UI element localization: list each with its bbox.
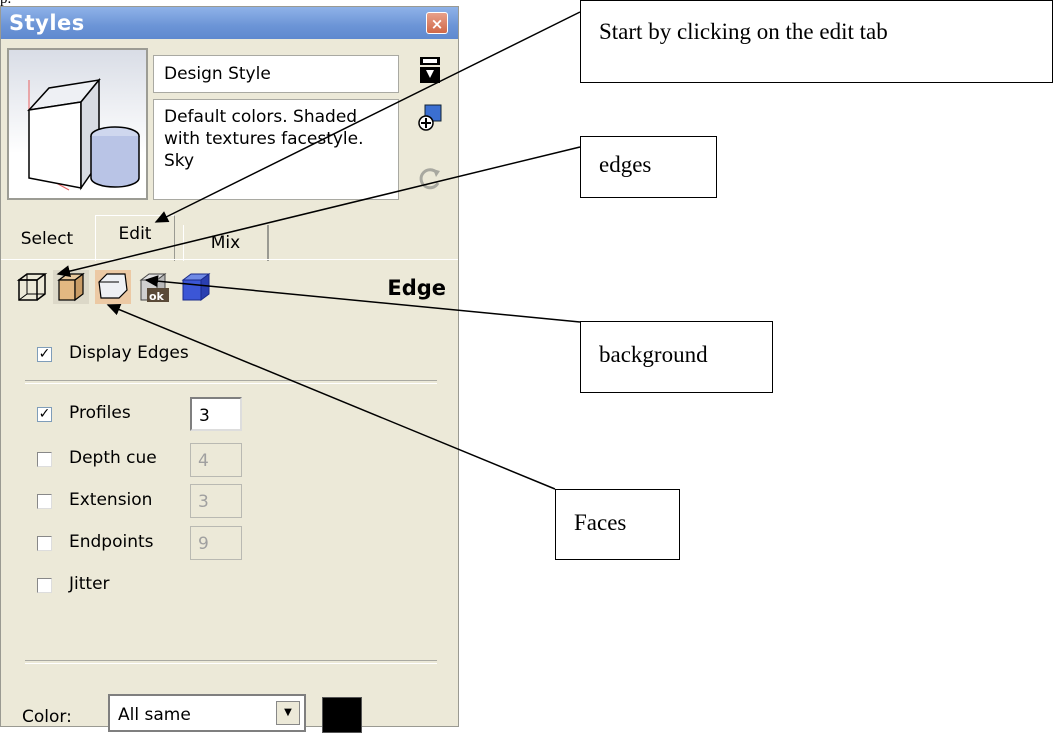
color-select-value: All same — [118, 705, 191, 725]
create-style-icon[interactable] — [417, 103, 443, 133]
callout-faces: Faces — [555, 489, 680, 560]
display-edges-label: Display Edges — [69, 343, 189, 363]
profiles-label: Profiles — [69, 403, 131, 423]
color-swatch[interactable] — [322, 697, 362, 733]
face-settings-icon[interactable] — [53, 270, 89, 304]
close-icon[interactable]: × — [426, 12, 448, 34]
model-preview-icon — [7, 48, 148, 200]
profiles-checkbox[interactable]: ✓ — [37, 407, 52, 422]
title-bar[interactable]: Styles × — [1, 7, 458, 39]
panel-title: Styles — [9, 11, 85, 35]
tab-bar: Select Edit Mix — [1, 209, 458, 261]
refresh-icon[interactable] — [417, 163, 443, 193]
tab-select[interactable]: Select — [5, 229, 89, 249]
extension-value-input[interactable]: 3 — [190, 484, 242, 518]
jitter-checkbox[interactable] — [37, 578, 52, 593]
modeling-settings-icon[interactable] — [177, 270, 213, 304]
divider — [25, 380, 437, 384]
extension-label: Extension — [69, 490, 153, 510]
color-select[interactable]: All same ▼ — [108, 694, 306, 732]
toolbar-title: Edge — [387, 276, 446, 300]
save-style-icon[interactable] — [417, 56, 443, 86]
watermark-settings-icon[interactable]: ok — [135, 270, 171, 304]
style-description-field[interactable]: Default colors. Shaded with textures fac… — [153, 99, 399, 200]
tab-edit[interactable]: Edit — [95, 215, 175, 261]
background-settings-icon[interactable] — [95, 270, 131, 304]
styles-panel: Styles × Design Style Default colors. Sh… — [0, 6, 459, 727]
dropdown-arrow-icon[interactable]: ▼ — [276, 701, 300, 725]
display-edges-checkbox[interactable]: ✓ — [37, 347, 52, 362]
endpoints-checkbox[interactable] — [37, 536, 52, 551]
extension-checkbox[interactable] — [37, 494, 52, 509]
depth-cue-checkbox[interactable] — [37, 452, 52, 467]
callout-edit-tab: Start by clicking on the edit tab — [580, 0, 1053, 83]
style-name-field[interactable]: Design Style — [153, 55, 399, 93]
profiles-value-input[interactable]: 3 — [190, 397, 242, 431]
edge-settings-icon[interactable] — [13, 270, 49, 304]
depth-cue-label: Depth cue — [69, 448, 157, 468]
callout-background: background — [580, 321, 773, 393]
divider — [25, 660, 437, 664]
endpoints-label: Endpoints — [69, 532, 154, 552]
endpoints-value-input[interactable]: 9 — [190, 526, 242, 560]
color-label: Color: — [22, 707, 72, 727]
jitter-label: Jitter — [69, 574, 110, 594]
tab-divider — [1, 259, 458, 260]
svg-text:ok: ok — [149, 290, 165, 303]
settings-toolbar: ok Edge — [1, 264, 458, 308]
callout-edges: edges — [580, 136, 717, 198]
depth-cue-value-input[interactable]: 4 — [190, 443, 242, 477]
tab-mix[interactable]: Mix — [183, 225, 269, 261]
